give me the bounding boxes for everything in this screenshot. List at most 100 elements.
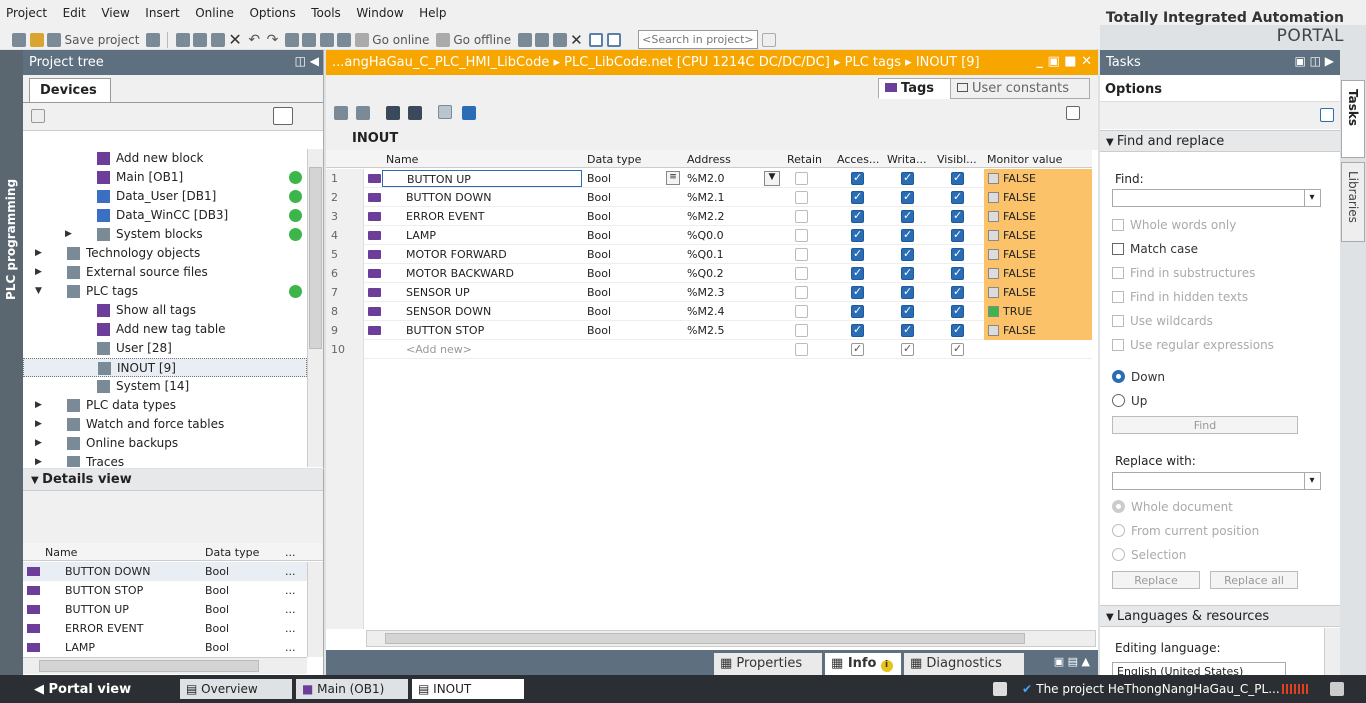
tasks-controls-icon[interactable]: ▣ ◫ ▶: [1294, 54, 1334, 68]
tree-item[interactable]: Add new tag table: [23, 320, 307, 339]
tag-row[interactable]: 6 MOTOR BACKWARD Bool %Q0.2 FALSE: [326, 264, 1092, 283]
menu-insert[interactable]: Insert: [139, 0, 185, 20]
tag-data-type[interactable]: Bool: [587, 305, 611, 318]
accessible-checkbox[interactable]: [851, 228, 864, 242]
tag-name[interactable]: BUTTON DOWN: [406, 191, 491, 204]
cross-reference-icon[interactable]: [535, 32, 550, 47]
collapse-arrow-icon[interactable]: ▼: [35, 286, 42, 296]
writable-checkbox[interactable]: [901, 304, 914, 318]
download-icon[interactable]: [302, 32, 317, 47]
inspector-window-controls[interactable]: ▣ ▤ ▲: [1054, 655, 1090, 668]
expand-arrow-icon[interactable]: ▶: [35, 267, 42, 277]
type-picker-icon[interactable]: ≡: [666, 171, 680, 185]
tag-name[interactable]: SENSOR DOWN: [406, 305, 491, 318]
tree-scrollbar[interactable]: [307, 149, 323, 467]
tree-item[interactable]: ▶ Watch and force tables: [23, 415, 307, 434]
details-row[interactable]: BUTTON DOWN Bool...: [23, 562, 307, 581]
cut-icon[interactable]: [175, 32, 190, 47]
menu-help[interactable]: Help: [413, 0, 452, 20]
add-new-label[interactable]: <Add new>: [406, 343, 472, 356]
retain-checkbox[interactable]: [795, 343, 808, 356]
grid-hscroll-thumb[interactable]: [385, 633, 1025, 644]
tag-name[interactable]: MOTOR FORWARD: [406, 248, 507, 261]
menu-options[interactable]: Options: [243, 0, 301, 20]
col-retain[interactable]: Retain: [787, 153, 822, 166]
tag-data-type[interactable]: Bool: [587, 286, 611, 299]
visible-checkbox[interactable]: [951, 209, 964, 223]
retain-checkbox[interactable]: [795, 324, 808, 337]
match-case-checkbox[interactable]: Match case: [1112, 242, 1198, 256]
maximize-icon[interactable]: ■: [1064, 54, 1076, 69]
whole-words-checkbox[interactable]: Whole words only: [1112, 218, 1236, 232]
accessible-checkbox[interactable]: [851, 266, 864, 280]
writable-checkbox[interactable]: [901, 266, 914, 280]
close-icon[interactable]: ✕: [570, 31, 583, 49]
visible-checkbox[interactable]: [951, 342, 964, 356]
tree-item[interactable]: ▶ System blocks: [23, 225, 307, 244]
details-view-title[interactable]: ▼ Details view: [23, 469, 323, 491]
replace-all-button[interactable]: Replace all: [1210, 571, 1298, 589]
find-substructures-checkbox[interactable]: Find in substructures: [1112, 266, 1255, 280]
accessible-checkbox[interactable]: [851, 342, 864, 356]
retain-checkbox[interactable]: [795, 305, 808, 318]
tag-row[interactable]: 5 MOTOR FORWARD Bool %Q0.1 FALSE: [326, 245, 1092, 264]
side-tab-libraries[interactable]: Libraries: [1341, 162, 1365, 242]
side-tab-tasks[interactable]: Tasks: [1341, 80, 1365, 158]
monitor-all-icon[interactable]: [438, 105, 452, 119]
undo-icon[interactable]: ↶: [248, 32, 260, 48]
tab-diagnostics[interactable]: ▦ Diagnostics: [904, 653, 1024, 675]
tag-address[interactable]: %M2.5: [687, 324, 724, 337]
tag-address[interactable]: %Q0.0: [687, 229, 724, 242]
tree-item[interactable]: ▶ Technology objects: [23, 244, 307, 263]
tree-item[interactable]: Add new block: [23, 149, 307, 168]
tag-name[interactable]: BUTTON UP: [382, 170, 582, 187]
split-horizontal-icon[interactable]: [589, 32, 604, 47]
status-message[interactable]: ✔ The project HeThongNangHaGau_C_PL...: [1022, 682, 1280, 696]
menu-edit[interactable]: Edit: [57, 0, 92, 20]
search-input[interactable]: <Search in project>: [638, 30, 759, 49]
details-row[interactable]: LAMP Bool...: [23, 638, 307, 657]
address-dropdown-icon[interactable]: ▼: [764, 171, 780, 186]
tag-data-type[interactable]: Bool: [587, 248, 611, 261]
tag-address[interactable]: %M2.2: [687, 210, 724, 223]
redo-icon[interactable]: ↷: [267, 32, 279, 48]
details-col-more[interactable]: ...: [285, 546, 296, 559]
expand-arrow-icon[interactable]: ▶: [35, 419, 42, 429]
expand-arrow-icon[interactable]: ▶: [35, 438, 42, 448]
tag-data-type[interactable]: Bool: [587, 267, 611, 280]
tab-info[interactable]: ▦ Info i: [825, 653, 901, 675]
writable-checkbox[interactable]: [901, 342, 914, 356]
editing-language-select[interactable]: English (United States): [1112, 662, 1286, 675]
tab-user-constants[interactable]: User constants: [950, 78, 1090, 99]
visible-checkbox[interactable]: [951, 323, 964, 337]
menu-online[interactable]: Online: [189, 0, 240, 20]
tag-name[interactable]: SENSOR UP: [406, 286, 470, 299]
details-col-name[interactable]: Name: [45, 546, 77, 559]
writable-checkbox[interactable]: [901, 171, 914, 185]
expand-arrow-icon[interactable]: ▶: [65, 229, 72, 239]
portal-view-button[interactable]: ◀ Portal view: [34, 682, 131, 697]
breadcrumb-project[interactable]: ...angHaGau_C_PLC_HMI_LibCode: [332, 55, 549, 70]
col-monitor-value[interactable]: Monitor value: [987, 153, 1062, 166]
copy-icon[interactable]: [193, 32, 208, 47]
regex-checkbox[interactable]: Use regular expressions: [1112, 338, 1274, 352]
tree-item[interactable]: System [14]: [23, 377, 307, 396]
inout-taskbar-tab[interactable]: ▤ INOUT: [412, 679, 524, 699]
tree-item[interactable]: ▶ Traces: [23, 453, 307, 467]
expand-arrow-icon[interactable]: ▶: [35, 457, 42, 467]
overview-toggle-icon[interactable]: [273, 107, 293, 125]
col-name[interactable]: Name: [386, 153, 418, 166]
retain-checkbox[interactable]: [795, 210, 808, 223]
keep-actual-values-icon[interactable]: [462, 106, 476, 120]
tag-name[interactable]: MOTOR BACKWARD: [406, 267, 514, 280]
accessible-checkbox[interactable]: [851, 209, 864, 223]
down-radio[interactable]: Down: [1112, 370, 1165, 384]
stop-cpu-icon[interactable]: [552, 32, 567, 47]
whole-document-radio[interactable]: Whole document: [1112, 500, 1233, 514]
from-current-radio[interactable]: From current position: [1112, 524, 1259, 538]
go-offline-button[interactable]: Go offline: [453, 33, 511, 47]
simulation-icon[interactable]: [337, 32, 352, 47]
insert-row-icon[interactable]: [334, 106, 348, 120]
import-icon[interactable]: [408, 106, 422, 120]
expand-arrow-icon[interactable]: ▶: [35, 400, 42, 410]
